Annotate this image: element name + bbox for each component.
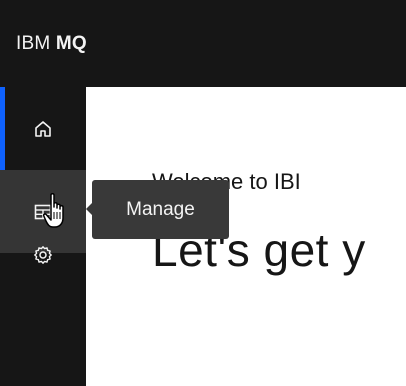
manage-tooltip: Manage [92, 180, 229, 239]
sidenav-item-home[interactable] [0, 87, 86, 170]
brand-prefix: IBM [16, 32, 56, 54]
brand-product: MQ [55, 32, 87, 54]
app-brand[interactable]: IBM MQ [16, 33, 87, 55]
hand-pointer-icon [42, 191, 71, 236]
active-indicator [0, 87, 5, 170]
home-icon [33, 119, 53, 139]
side-navigation [0, 87, 86, 386]
gear-icon [33, 245, 53, 265]
top-header: IBM MQ [0, 0, 406, 87]
